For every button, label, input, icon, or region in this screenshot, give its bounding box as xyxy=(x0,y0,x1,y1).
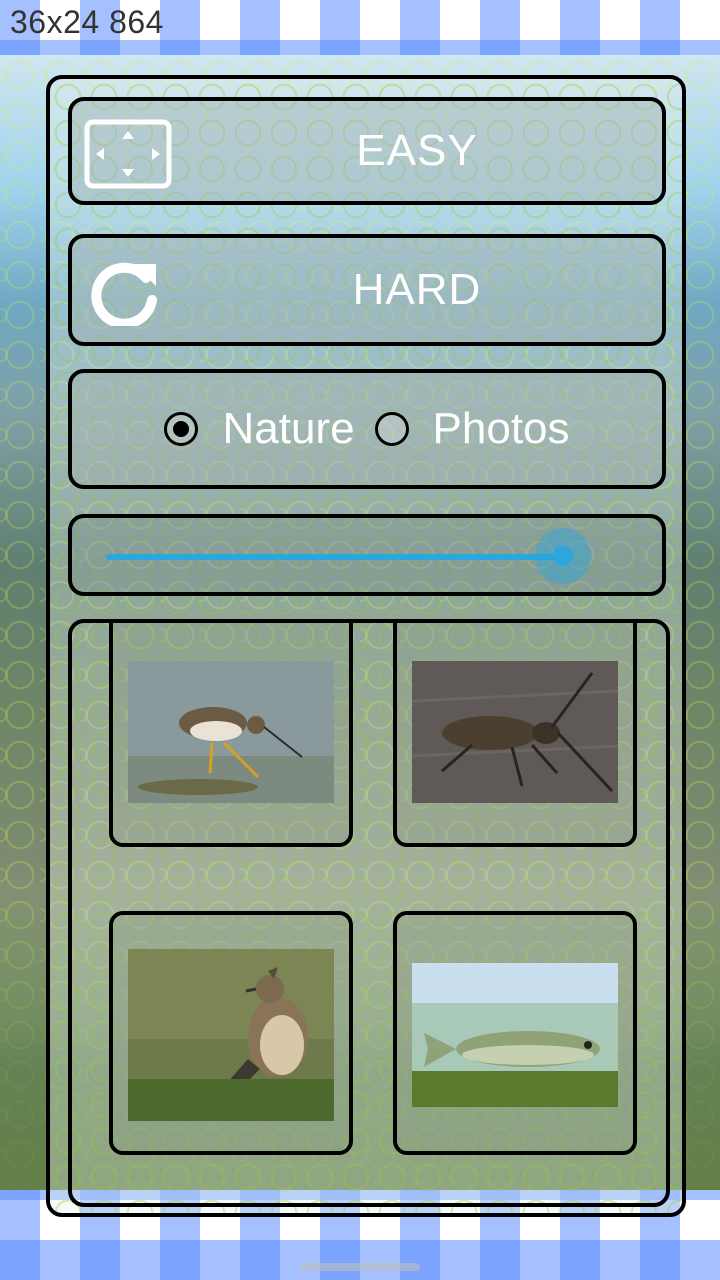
slider-thumb[interactable] xyxy=(535,528,591,584)
image-gallery xyxy=(68,619,670,1207)
radio-selected-icon xyxy=(164,412,199,446)
radio-nature[interactable]: Nature xyxy=(164,404,355,454)
beetle-image xyxy=(412,661,618,803)
category-selector: Nature Photos xyxy=(68,369,666,489)
status-text: 36x24 864 xyxy=(10,4,164,40)
easy-label: EASY xyxy=(356,126,478,175)
gallery-item-fish[interactable] xyxy=(393,911,637,1155)
sandpiper-image xyxy=(128,661,334,803)
gallery-item-lark[interactable] xyxy=(109,911,353,1155)
radio-label: Nature xyxy=(222,404,355,453)
menu-panel: EASY HARD Nature Photos xyxy=(46,75,686,1217)
hard-button[interactable]: HARD xyxy=(68,234,666,346)
slider-track xyxy=(106,554,563,560)
home-indicator[interactable] xyxy=(300,1263,420,1271)
radio-photos[interactable]: Photos xyxy=(374,404,570,454)
lark-image xyxy=(128,949,334,1121)
gallery-item-beetle[interactable] xyxy=(393,623,637,847)
fish-image xyxy=(412,963,618,1107)
hard-label: HARD xyxy=(352,265,482,314)
difficulty-slider[interactable] xyxy=(68,514,666,596)
gallery-item-sandpiper[interactable] xyxy=(109,623,353,847)
radio-unselected-icon xyxy=(374,412,409,446)
radio-label: Photos xyxy=(432,404,570,453)
easy-button[interactable]: EASY xyxy=(68,97,666,205)
